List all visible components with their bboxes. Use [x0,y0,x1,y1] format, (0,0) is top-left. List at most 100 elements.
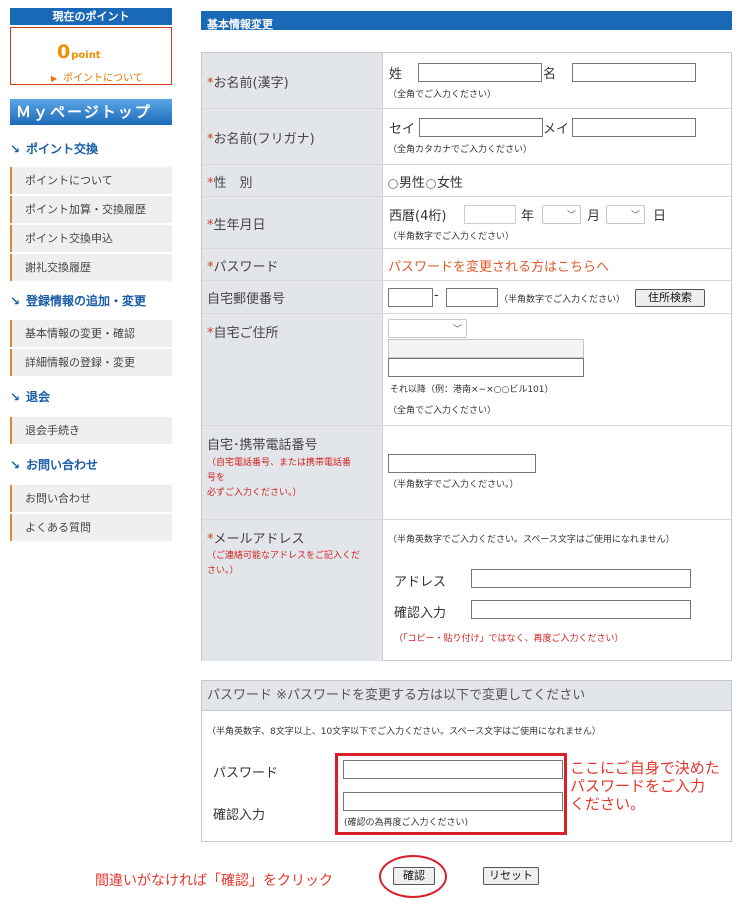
sei-label: 姓 [389,67,403,82]
field-note: （全角カタカナでご入力ください） [388,145,533,155]
arrow-down-right-icon: ↘ [10,142,21,156]
new-password-confirm-label: 確認入力 [213,808,266,823]
month-label: 月 [587,209,601,224]
row-email: *メールアドレス （ご連絡可能なアドレスをご記入くだ さい。） （半角英数字でご… [202,520,731,661]
field-note: （半角数字でご入力ください） [388,232,515,242]
sidebar-item-faq[interactable]: よくある質問 [10,514,172,541]
sidebar-section-registration: ↘ 登録情報の追加・変更 基本情報の変更・確認 詳細情報の登録・変更 [10,293,172,376]
field-label: *お名前(漢字) [202,53,383,108]
points-about-link[interactable]: ▶ ポイントについて [51,69,143,84]
chevron-down-icon: ﹀ [630,211,640,221]
address-search-button[interactable]: 住所検索 [635,289,705,307]
email-confirm-label: 確認入力 [394,606,447,621]
first-name-kana-input[interactable] [572,118,696,137]
points-value: 0 [57,41,71,63]
confirm-hint-annotation: 間違いがなければ「確認」をクリック [95,873,333,889]
sidebar-item-points-about[interactable]: ポイントについて [10,167,172,194]
field-note: （半角数字でご入力ください） [499,295,626,305]
arrow-down-right-icon: ↘ [10,390,21,404]
password-section-heading: パスワード ※パスワードを変更する方は以下で変更してください [202,681,731,711]
new-password-label: パスワード [213,766,279,781]
email-confirm-input[interactable] [471,600,691,619]
sidebar-section-points: ↘ ポイント交換 ポイントについて ポイント加算・交換履歴 ポイント交換申込 謝礼… [10,141,172,281]
points-heading: 現在のポイント [10,8,172,25]
field-label: *パスワード [202,249,383,280]
day-label: 日 [653,209,667,224]
mei-kana-label: メイ [543,122,570,137]
sei-kana-label: セイ [389,122,416,137]
row-password: *パスワード パスワードを変更される方はこちらへ [202,249,731,281]
chevron-down-icon: ﹀ [566,211,576,221]
row-address: *自宅ご住所 ﹀ それ以降（例：港南×−×○○ビル101） （全角でご入力くださ… [202,314,731,426]
points-value-display: 0point [57,41,101,63]
phone-red-note-1: （自宅電話番号、または携帯電話番 [207,458,352,468]
field-label: *メールアドレス （ご連絡可能なアドレスをご記入くだ さい。） [202,520,383,661]
reset-button[interactable]: リセット [483,867,539,885]
field-note: （半角数字でご入力ください。） [388,480,519,490]
first-name-input[interactable] [572,63,696,82]
last-name-input[interactable] [418,63,542,82]
section-title: ↘ お問い合わせ [10,458,99,472]
last-name-kana-input[interactable] [419,118,543,137]
sidebar-item-points-exchange[interactable]: ポイント交換申込 [10,225,172,252]
row-phone: 自宅･携帯電話番号 （自宅電話番号、または携帯電話番 号を 必ずご入力ください。… [202,426,731,520]
field-label: *自宅ご住所 [202,314,383,425]
birth-day-select[interactable]: ﹀ [606,205,645,224]
section-title: ↘ 登録情報の追加・変更 [10,294,147,308]
email-address-label: アドレス [394,575,447,590]
email-red-note-2: さい。） [207,566,239,576]
email-input[interactable] [471,569,691,588]
section-title: ↘ 退会 [10,390,51,404]
birth-month-select[interactable]: ﹀ [542,205,581,224]
row-gender: *性 別 男性 女性 [202,165,731,197]
sidebar-item-contact[interactable]: お問い合わせ [10,485,172,512]
gender-female-radio[interactable] [426,178,437,189]
phone-red-note-2: 号を [207,473,226,483]
sidebar-item-reward-history[interactable]: 謝礼交換履歴 [10,254,172,281]
sidebar: 現在のポイント 0point ▶ ポイントについて Ｍｙページトップ ↘ ポイント交… [10,8,172,543]
field-note: （全角でご入力ください） [388,90,497,100]
sidebar-item-points-history[interactable]: ポイント加算・交換履歴 [10,196,172,223]
password-rule-note: （半角英数字、8文字以上、10文字以下でご入力ください。スペース文字はご使用にな… [207,727,601,737]
sidebar-item-detail-info[interactable]: 詳細情報の登録・変更 [10,349,172,376]
field-note: （半角英数字でご入力ください。スペース文字はご使用になれません） [388,535,675,545]
row-name-kanji: *お名前(漢字) 姓 名 （全角でご入力ください） [202,53,731,109]
confirm-button[interactable]: 確認 [393,867,435,885]
mypage-top-link[interactable]: Ｍｙページトップ [10,99,172,125]
field-label: *生年月日 [202,197,383,248]
city-input[interactable] [388,339,584,358]
sidebar-section-contact: ↘ お問い合わせ お問い合わせ よくある質問 [10,457,172,541]
address-rest-input[interactable] [388,358,584,377]
triangle-right-icon: ▶ [51,74,58,83]
arrow-down-right-icon: ↘ [10,294,21,308]
row-name-kana: *お名前(フリガナ) セイ メイ （全角カタカナでご入力ください） [202,109,731,165]
field-label: *お名前(フリガナ) [202,109,383,164]
chevron-down-icon: ﹀ [452,325,462,335]
sidebar-item-basic-info[interactable]: 基本情報の変更・確認 [10,320,172,347]
gender-options: 男性 女性 [388,172,463,191]
password-change-link[interactable]: パスワードを変更される方はこちらへ [388,256,609,275]
basic-info-form: *お名前(漢字) 姓 名 （全角でご入力ください） *お名前(フリガナ) セイ … [201,52,732,661]
section-title: ↘ ポイント交換 [10,142,99,156]
prefecture-select[interactable]: ﹀ [388,319,467,338]
phone-input[interactable] [388,454,536,473]
points-unit: point [71,50,101,61]
zip-second-input[interactable] [446,288,498,307]
zip-first-input[interactable] [388,288,433,307]
arrow-down-right-icon: ↘ [10,458,21,472]
points-about-label: ポイントについて [63,73,143,84]
zip-dash: - [434,288,439,303]
row-zip: 自宅郵便番号 - （半角数字でご入力ください） 住所検索 [202,281,731,314]
field-label: 自宅･携帯電話番号 （自宅電話番号、または携帯電話番 号を 必ずご入力ください。… [202,426,383,519]
birth-year-input[interactable] [464,205,516,224]
gender-male-radio[interactable] [388,178,398,189]
sidebar-item-withdraw[interactable]: 退会手続き [10,417,172,444]
field-label: 自宅郵便番号 [202,281,383,313]
sidebar-section-withdraw: ↘ 退会 退会手続き [10,389,172,444]
mei-label: 名 [543,67,557,82]
male-label: 男性 [399,176,426,191]
field-label: *性 別 [202,165,383,196]
phone-red-note-3: 必ずご入力ください。） [207,488,302,498]
page-title: 基本情報変更 [201,11,732,31]
points-box: 0point ▶ ポイントについて [10,27,172,85]
